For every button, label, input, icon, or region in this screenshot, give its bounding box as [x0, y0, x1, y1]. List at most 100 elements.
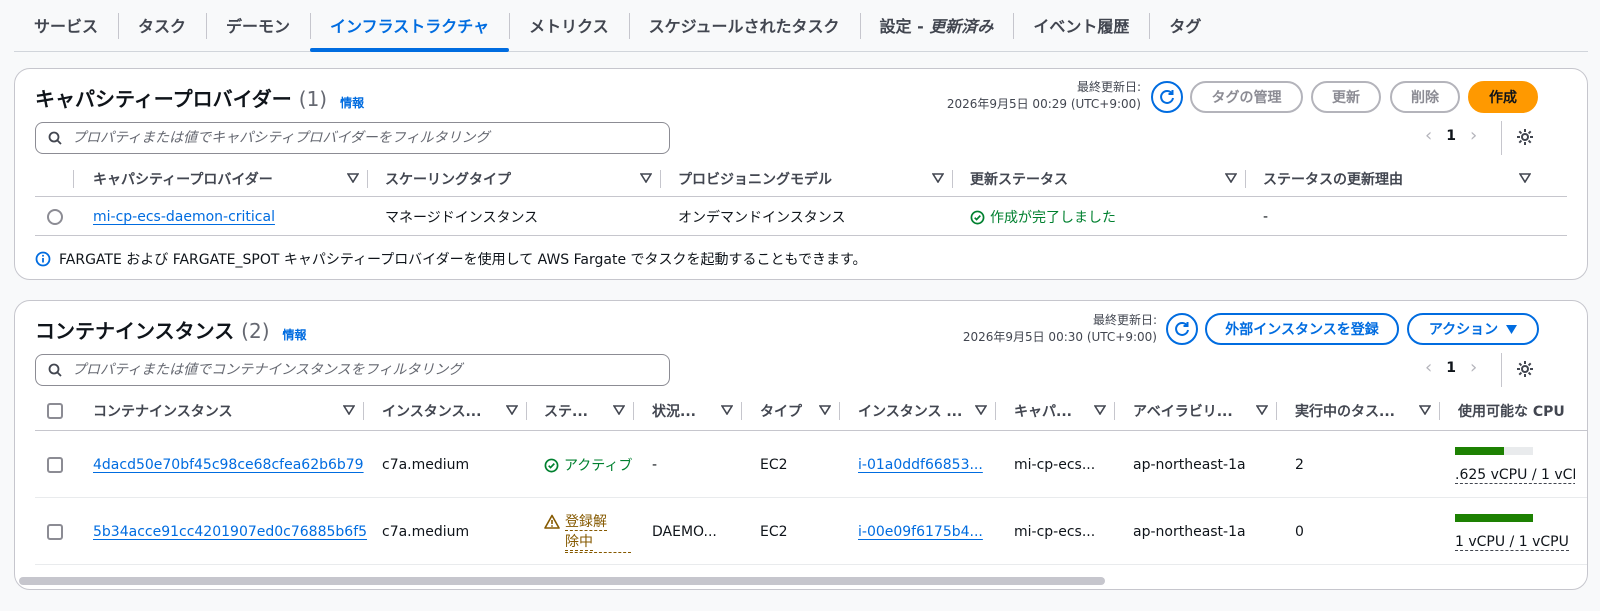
- create-button[interactable]: 作成: [1468, 81, 1538, 113]
- manage-tags-button[interactable]: タグの管理: [1190, 81, 1303, 113]
- tab-configuration[interactable]: 設定 - 更新済み: [859, 0, 1014, 51]
- checkbox[interactable]: [47, 524, 63, 540]
- column-header[interactable]: キャパシティープロバイダー: [75, 161, 367, 197]
- tab-label: スケジュールされたタスク: [648, 17, 840, 36]
- table-row[interactable]: 4dacd50e70bf45c98ce68cfea62b6b79 c7a.med…: [35, 432, 1587, 498]
- horizontal-scrollbar[interactable]: [19, 577, 1105, 585]
- status-badge: 登録解 除中: [544, 512, 631, 553]
- sort-icon: [975, 405, 987, 415]
- tab-label: タスク: [138, 17, 187, 36]
- sort-icon: [1256, 405, 1268, 415]
- update-button[interactable]: 更新: [1311, 81, 1381, 113]
- column-separator: [73, 170, 74, 188]
- state-text: -: [652, 457, 658, 473]
- column-header[interactable]: インスタンス...: [364, 393, 526, 429]
- row-select[interactable]: [29, 198, 63, 236]
- provisioning-model: オンデマンドインスタンス: [678, 210, 846, 226]
- gear-icon[interactable]: [1515, 127, 1535, 147]
- capacity-providers-panel: キャパシティープロバイダー (1) 情報 最終更新日: 2026年9月5日 00…: [14, 68, 1588, 280]
- column-header-label: コンテナインスタンス: [93, 404, 233, 420]
- capacity-provider-link[interactable]: mi-cp-ecs-daemon-critical: [93, 209, 275, 225]
- tab-scheduled-tasks[interactable]: スケジュールされたタスク: [628, 0, 860, 51]
- chevron-left-icon[interactable]: ‹: [1425, 357, 1432, 378]
- sort-icon: [1225, 173, 1237, 183]
- column-header-label: タイプ: [760, 404, 802, 420]
- info-icon: [35, 251, 51, 267]
- column-header-label: プロビジョニングモデル: [678, 172, 832, 188]
- sort-icon: [343, 405, 355, 415]
- chevron-left-icon[interactable]: ‹: [1425, 125, 1432, 146]
- tab-services[interactable]: サービス: [14, 0, 118, 51]
- tab-event-history[interactable]: イベント履歴: [1013, 0, 1149, 51]
- column-header-label: インスタンス ...: [858, 404, 963, 420]
- column-header[interactable]: キャパ...: [996, 393, 1114, 429]
- delete-button[interactable]: 削除: [1390, 81, 1460, 113]
- gear-icon[interactable]: [1515, 359, 1535, 379]
- refresh-button[interactable]: [1151, 81, 1183, 113]
- register-external-instance-button[interactable]: 外部インスタンスを登録: [1205, 313, 1399, 345]
- search-input[interactable]: [72, 130, 652, 146]
- column-header[interactable]: アベイラビリ...: [1115, 393, 1276, 429]
- last-updated: 最終更新日: 2026年9月5日 00:30 (UTC+9:00): [963, 312, 1157, 346]
- state-text: DAEMO...: [652, 524, 717, 540]
- status-text-line: 登録解: [565, 513, 607, 531]
- refresh-button[interactable]: [1166, 313, 1198, 345]
- column-header-label: 更新ステータス: [970, 172, 1068, 188]
- column-header-label: ステ...: [544, 404, 588, 420]
- column-header[interactable]: 更新ステータス: [952, 161, 1245, 197]
- ec2-instance-link[interactable]: i-00e09f6175b4...: [858, 524, 983, 540]
- sort-icon: [1094, 405, 1106, 415]
- container-instance-link[interactable]: 5b34acce91cc4201907ed0c76885b6f5: [93, 524, 367, 540]
- table-row[interactable]: mi-cp-ecs-daemon-critical マネージドインスタンス オン…: [35, 198, 1567, 236]
- table-row[interactable]: 5b34acce91cc4201907ed0c76885b6f5 c7a.med…: [35, 499, 1587, 565]
- column-header[interactable]: 使用可能な CPU: [1440, 393, 1580, 429]
- sort-icon: [819, 405, 831, 415]
- panel-title: キャパシティープロバイダー (1) 情報: [35, 83, 364, 112]
- row-select[interactable]: [29, 499, 63, 565]
- page-number[interactable]: 1: [1446, 128, 1456, 144]
- column-header[interactable]: スケーリングタイプ: [367, 161, 660, 197]
- radio-button[interactable]: [47, 209, 63, 225]
- tab-tasks[interactable]: タスク: [118, 0, 206, 51]
- container-instance-link[interactable]: 4dacd50e70bf45c98ce68cfea62b6b79: [93, 457, 364, 473]
- status-text: アクティブ: [564, 458, 633, 474]
- column-header[interactable]: プロビジョニングモデル: [660, 161, 952, 197]
- cpu-available: 1 vCPU / 1 vCPU: [1455, 533, 1569, 551]
- tab-tags[interactable]: タグ: [1149, 0, 1221, 51]
- info-link[interactable]: 情報: [282, 328, 306, 342]
- checkbox[interactable]: [47, 403, 63, 419]
- page-number[interactable]: 1: [1446, 360, 1456, 376]
- checkbox[interactable]: [47, 457, 63, 473]
- running-tasks: 0: [1295, 524, 1304, 540]
- column-header[interactable]: タイプ: [742, 393, 839, 429]
- column-header[interactable]: ステータスの更新理由: [1245, 161, 1539, 197]
- tab-metrics[interactable]: メトリクス: [509, 0, 629, 51]
- column-header-label: アベイラビリ...: [1133, 404, 1233, 420]
- cpu-available: .625 vCPU / 1 vCPU: [1455, 467, 1575, 484]
- instance-type: c7a.medium: [382, 457, 470, 473]
- tab-label: タグ: [1169, 17, 1202, 36]
- select-all[interactable]: [29, 393, 63, 429]
- refresh-icon: [1160, 89, 1174, 104]
- ec2-instance-link[interactable]: i-01a0ddf66853...: [858, 457, 983, 473]
- sort-icon: [347, 173, 359, 183]
- chevron-right-icon[interactable]: ›: [1470, 125, 1477, 146]
- tab-infrastructure[interactable]: インフラストラクチャ: [310, 0, 510, 52]
- status-reason: -: [1263, 209, 1269, 225]
- column-header[interactable]: インスタンス ...: [840, 393, 995, 429]
- cpu-progress-fill: [1455, 446, 1504, 455]
- column-header[interactable]: ステ...: [526, 393, 633, 429]
- column-header[interactable]: コンテナインスタンス: [75, 393, 363, 429]
- search-input[interactable]: [72, 362, 652, 378]
- row-select[interactable]: [29, 432, 63, 498]
- sort-icon: [1419, 405, 1431, 415]
- column-header[interactable]: 実行中のタス...: [1277, 393, 1439, 429]
- column-header[interactable]: 状況...: [634, 393, 741, 429]
- column-header-label: キャパシティープロバイダー: [93, 172, 273, 188]
- info-link[interactable]: 情報: [340, 96, 364, 110]
- chevron-right-icon[interactable]: ›: [1470, 357, 1477, 378]
- actions-dropdown[interactable]: アクション: [1407, 313, 1539, 345]
- tab-daemons[interactable]: デーモン: [206, 0, 310, 51]
- last-updated-value: 2026年9月5日 00:29 (UTC+9:00): [946, 97, 1141, 111]
- tab-label: イベント履歴: [1033, 17, 1130, 36]
